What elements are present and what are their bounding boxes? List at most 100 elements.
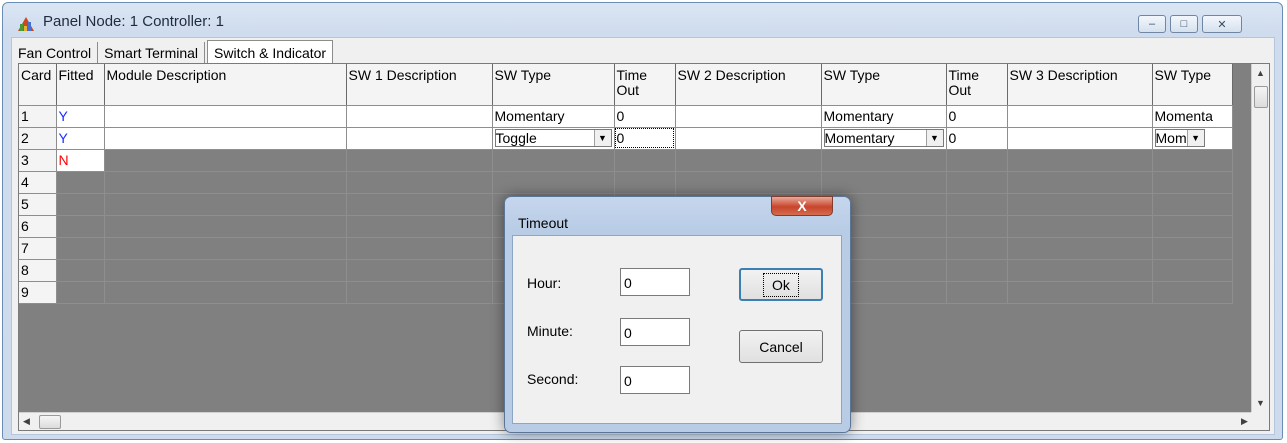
sw2-description-cell[interactable] <box>675 127 822 150</box>
maximize-button[interactable]: □ <box>1170 15 1198 33</box>
disabled-cell <box>346 237 493 260</box>
hour-input[interactable]: 0 <box>620 268 690 296</box>
disabled-cell <box>346 149 493 172</box>
scroll-down-icon[interactable]: ▼ <box>1256 398 1265 408</box>
dropdown-arrow-icon[interactable]: ▼ <box>593 130 611 146</box>
second-label: Second: <box>527 371 579 387</box>
minute-input[interactable]: 0 <box>620 318 690 346</box>
disabled-cell <box>1152 237 1233 260</box>
col-header-sw2-description[interactable]: SW 2 Description <box>675 64 822 106</box>
sw1-description-cell[interactable] <box>346 105 493 128</box>
disabled-cell <box>492 149 615 172</box>
close-window-button[interactable]: ✕ <box>1202 15 1242 33</box>
row-header[interactable]: 5 <box>19 193 57 216</box>
sw1-timeout-cell[interactable]: 0 <box>614 127 676 150</box>
close-icon: ✕ <box>1217 18 1227 31</box>
col-header-fitted[interactable]: Fitted <box>56 64 105 106</box>
row-header[interactable]: 7 <box>19 237 57 260</box>
fitted-cell[interactable]: N <box>56 149 105 172</box>
horizontal-scroll-thumb[interactable] <box>39 415 61 429</box>
disabled-cell <box>1007 149 1153 172</box>
disabled-cell <box>614 149 676 172</box>
vertical-scrollbar[interactable]: ▲ ▼ <box>1251 64 1269 412</box>
disabled-cell <box>346 215 493 238</box>
dialog-client: Hour: 0 Minute: 0 Second: 0 Ok Cancel <box>512 235 842 424</box>
sw3-type-cell: Mom ▼ <box>1152 127 1233 150</box>
module-description-cell[interactable] <box>104 127 347 150</box>
sw1-timeout-cell[interactable]: 0 <box>614 105 676 128</box>
vertical-scroll-thumb[interactable] <box>1254 86 1268 108</box>
sw2-type-cell: Momentary ▼ <box>821 127 947 150</box>
sw2-type-dropdown[interactable]: Momentary ▼ <box>823 129 944 147</box>
disabled-cell <box>1152 281 1233 304</box>
disabled-cell <box>946 281 1008 304</box>
disabled-cell <box>346 193 493 216</box>
disabled-cell <box>946 149 1008 172</box>
sw1-type-dropdown[interactable]: Toggle ▼ <box>494 129 612 147</box>
dialog-title: Timeout <box>518 215 569 231</box>
disabled-cell <box>946 193 1008 216</box>
col-header-card[interactable]: Card <box>19 64 57 106</box>
sw2-timeout-cell[interactable]: 0 <box>946 127 1008 150</box>
ok-label: Ok <box>763 272 799 297</box>
row-header[interactable]: 6 <box>19 215 57 238</box>
row-header[interactable]: 4 <box>19 171 57 194</box>
sw1-type-cell[interactable]: Momentary <box>492 105 615 128</box>
col-header-sw1-timeout[interactable]: Time Out <box>614 64 676 106</box>
sw2-timeout-cell[interactable]: 0 <box>946 105 1008 128</box>
col-header-sw2-type[interactable]: SW Type <box>821 64 947 106</box>
row-header[interactable]: 2 <box>19 127 57 150</box>
dialog-close-button[interactable]: X <box>771 196 833 216</box>
dropdown-arrow-icon[interactable]: ▼ <box>1186 130 1204 146</box>
sw3-description-cell[interactable] <box>1007 105 1153 128</box>
title-bar[interactable]: Panel Node: 1 Controller: 1 ‒ □ ✕ <box>3 3 1282 39</box>
sw3-type-dropdown[interactable]: Mom ▼ <box>1154 129 1205 147</box>
tab-switch-indicator[interactable]: Switch & Indicator <box>207 40 334 64</box>
col-header-sw1-description[interactable]: SW 1 Description <box>346 64 493 106</box>
scroll-right-icon[interactable]: ▶ <box>1241 416 1248 427</box>
sw3-description-cell[interactable] <box>1007 127 1153 150</box>
dropdown-value: Mom <box>1155 130 1187 146</box>
tab-smart-terminal[interactable]: Smart Terminal <box>98 42 206 63</box>
second-input[interactable]: 0 <box>620 366 690 394</box>
row-header[interactable]: 3 <box>19 149 57 172</box>
row-header[interactable]: 9 <box>19 281 57 304</box>
col-header-sw3-description[interactable]: SW 3 Description <box>1007 64 1153 106</box>
scroll-left-icon[interactable]: ◀ <box>23 416 30 427</box>
dropdown-arrow-icon[interactable]: ▼ <box>925 130 943 146</box>
col-header-sw3-type[interactable]: SW Type <box>1152 64 1233 106</box>
col-header-sw1-type[interactable]: SW Type <box>492 64 615 106</box>
hour-label: Hour: <box>527 275 562 291</box>
disabled-cell <box>821 149 947 172</box>
ok-button[interactable]: Ok <box>739 268 823 301</box>
disabled-cell <box>614 171 676 194</box>
sw2-description-cell[interactable] <box>675 105 822 128</box>
disabled-cell <box>946 171 1008 194</box>
close-icon: X <box>797 198 807 214</box>
module-description-cell[interactable] <box>104 105 347 128</box>
disabled-cell <box>1007 281 1153 304</box>
row-header[interactable]: 1 <box>19 105 57 128</box>
timeout-dialog: Timeout X Hour: 0 Minute: 0 Second: 0 Ok… <box>504 196 851 433</box>
row-header[interactable]: 8 <box>19 259 57 282</box>
dropdown-value: Toggle <box>495 130 537 146</box>
disabled-cell <box>492 171 615 194</box>
sw2-type-cell[interactable]: Momentary <box>821 105 947 128</box>
fitted-cell[interactable]: Y <box>56 127 105 150</box>
sw1-type-cell: Toggle ▼ <box>492 127 615 150</box>
disabled-cell <box>946 237 1008 260</box>
panel-app-icon <box>18 17 34 31</box>
col-header-sw2-timeout[interactable]: Time Out <box>946 64 1008 106</box>
disabled-cell <box>104 237 347 260</box>
disabled-cell <box>1152 259 1233 282</box>
col-header-module-description[interactable]: Module Description <box>104 64 347 106</box>
sw1-description-cell[interactable] <box>346 127 493 150</box>
cancel-button[interactable]: Cancel <box>739 330 823 363</box>
sw3-type-cell[interactable]: Momenta <box>1152 105 1233 128</box>
disabled-cell <box>1152 171 1233 194</box>
disabled-cell <box>1152 193 1233 216</box>
minimize-button[interactable]: ‒ <box>1138 15 1166 33</box>
tab-fan-control[interactable]: Fan Control <box>12 42 99 63</box>
fitted-cell[interactable]: Y <box>56 105 105 128</box>
scroll-up-icon[interactable]: ▲ <box>1256 68 1265 78</box>
